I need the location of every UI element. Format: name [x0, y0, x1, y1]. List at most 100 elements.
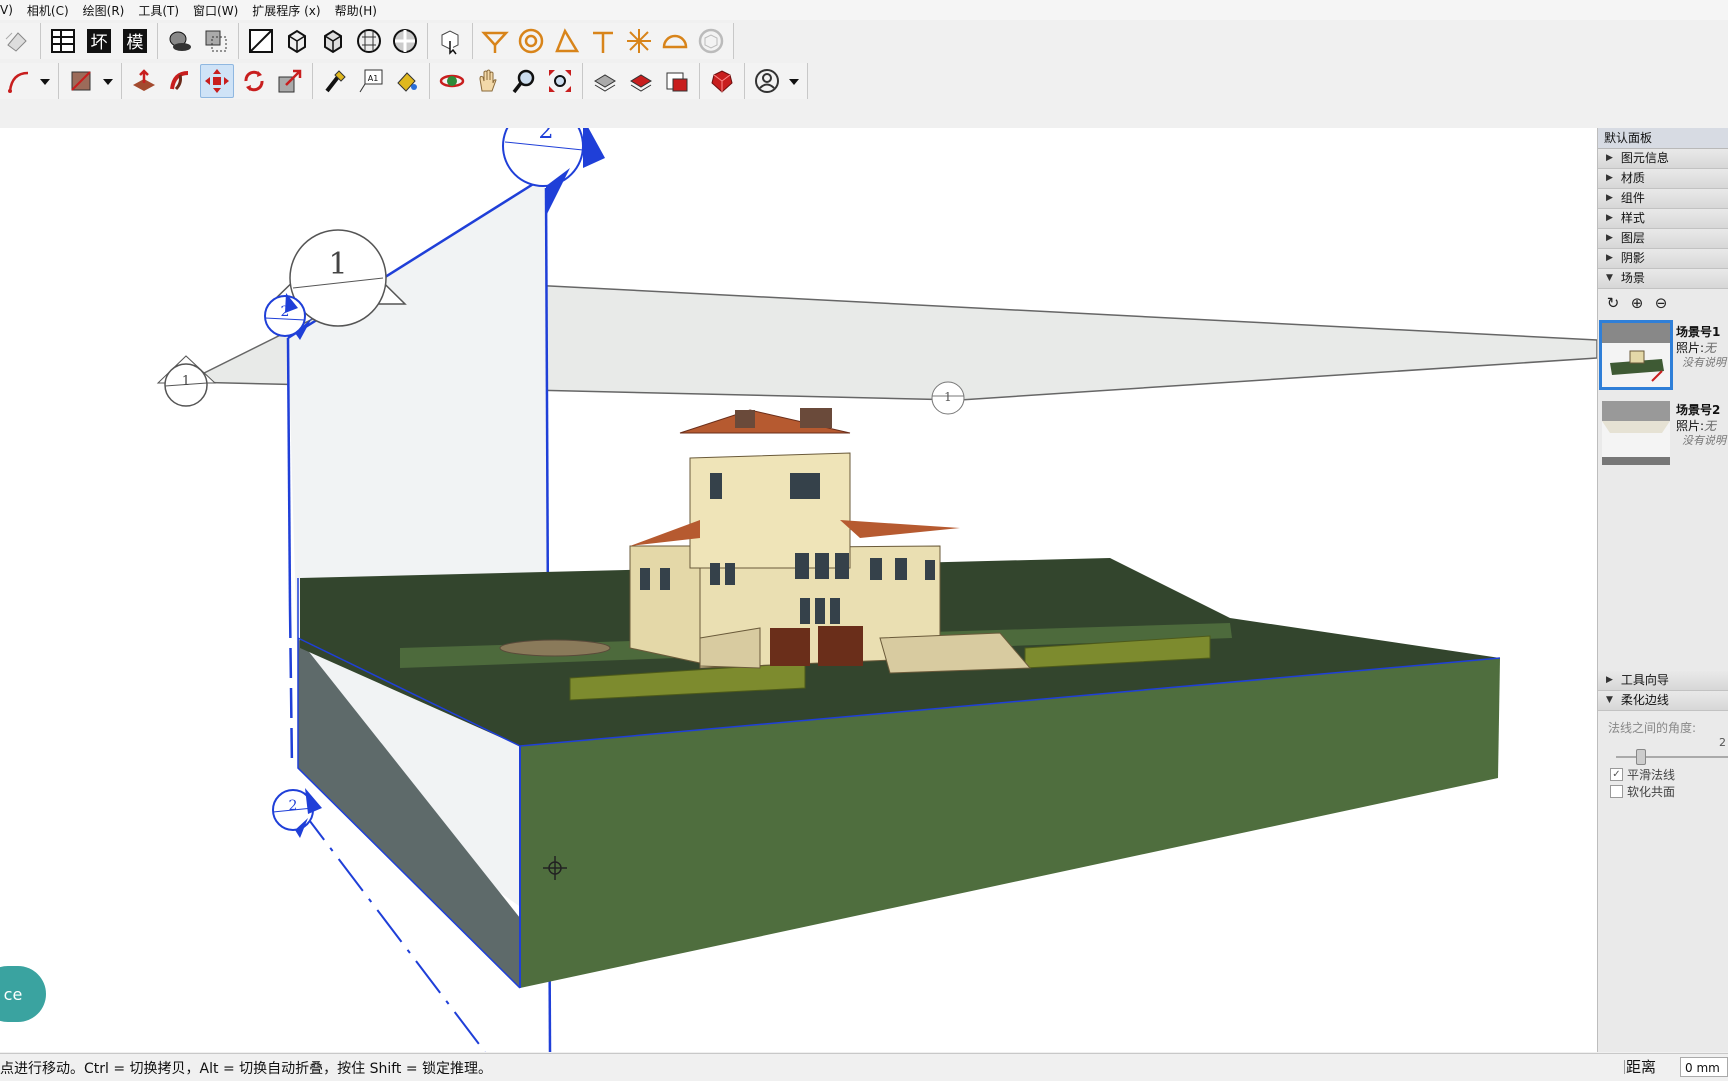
scene-name: 场景号2 — [1676, 403, 1721, 417]
caret-icon[interactable] — [787, 65, 801, 97]
angle-slider[interactable]: 2 — [1598, 736, 1728, 766]
panel-section-scenes[interactable]: ▼ 场景 — [1598, 269, 1728, 289]
zoom-extents-icon[interactable] — [544, 65, 576, 97]
section-marker-1-left[interactable]: 1 — [156, 355, 217, 407]
panel-section-label: 样式 — [1620, 211, 1645, 225]
scene-name: 场景号1 — [1676, 325, 1721, 339]
expand-arrow-icon: ▶ — [1606, 173, 1613, 183]
panel-section-layers[interactable]: ▶ 图层 — [1598, 229, 1728, 249]
toolbar-row-1: 坏 模 — [0, 22, 734, 60]
panel-section-instructor[interactable]: ▶ 工具向导 — [1598, 671, 1728, 691]
menu-bar: V) 相机(C) 绘图(R) 工具(T) 窗口(W) 扩展程序 (x) 帮助(H… — [0, 0, 1728, 20]
caret-icon[interactable] — [38, 65, 52, 97]
user-icon[interactable] — [751, 65, 783, 97]
text-icon[interactable]: A1 — [355, 65, 387, 97]
badge-huai-icon[interactable]: 坏 — [83, 25, 115, 57]
shadow-icon[interactable] — [164, 25, 196, 57]
menu-camera[interactable]: 相机(C) — [27, 2, 69, 19]
layout-icon[interactable] — [661, 65, 693, 97]
front-view-icon[interactable] — [281, 25, 313, 57]
expand-arrow-icon: ▶ — [1606, 675, 1613, 685]
measurement-input[interactable]: 0 mm — [1680, 1057, 1728, 1077]
zoom-icon[interactable] — [508, 65, 540, 97]
angle-value: 2 — [1719, 736, 1726, 749]
left-view-icon[interactable] — [389, 25, 421, 57]
scene-description: 没有说明 — [1682, 356, 1726, 369]
scene-item-1[interactable]: 场景号1 照片:无 没有说明 — [1599, 320, 1728, 393]
svg-text:2: 2 — [289, 798, 298, 814]
overlay-button-label: ce — [3, 984, 23, 1004]
toolbar-area: 坏 模 A1 — [0, 20, 1728, 129]
panel-section-label: 组件 — [1620, 191, 1645, 205]
svg-text:1: 1 — [944, 390, 952, 404]
refresh-scene-icon[interactable]: ↻ — [1604, 294, 1622, 312]
move-icon[interactable] — [200, 64, 234, 98]
section-icon[interactable] — [200, 25, 232, 57]
svg-text:模: 模 — [127, 33, 144, 53]
rectangle-icon[interactable] — [65, 65, 97, 97]
orbit-icon[interactable] — [436, 65, 468, 97]
look-around-icon[interactable] — [515, 25, 547, 57]
angle-between-normals-label: 法线之间的角度: — [1608, 721, 1697, 735]
menu-extensions[interactable]: 扩展程序 (x) — [252, 2, 320, 19]
panel-section-label: 柔化边线 — [1620, 693, 1669, 707]
checkbox-checked-icon: ✓ — [1610, 768, 1623, 781]
panel-section-soften-edges[interactable]: ▼ 柔化边线 — [1598, 691, 1728, 711]
panel-section-shadows[interactable]: ▶ 阴影 — [1598, 249, 1728, 269]
section-marker-1-right[interactable]: 1 — [931, 381, 965, 415]
menu-draw[interactable]: 绘图(R) — [83, 2, 125, 19]
zoom-window-icon[interactable] — [587, 25, 619, 57]
warehouse-icon[interactable] — [589, 65, 621, 97]
iso-view-icon[interactable] — [245, 25, 277, 57]
menu-view[interactable]: V) — [0, 3, 13, 17]
svg-text:A1: A1 — [368, 74, 379, 83]
scene-item-2[interactable]: 场景号2 照片:无 没有说明 — [1602, 399, 1728, 471]
panel-section-materials[interactable]: ▶ 材质 — [1598, 169, 1728, 189]
scene-description: 没有说明 — [1682, 434, 1726, 447]
badge-mo-icon[interactable]: 模 — [119, 25, 151, 57]
scene-toolbar: ↻ ⊕ ⊖ — [1598, 289, 1728, 317]
back-view-icon[interactable] — [353, 25, 385, 57]
expand-arrow-icon: ▶ — [1606, 153, 1613, 163]
right-view-icon[interactable] — [317, 25, 349, 57]
remove-scene-icon[interactable]: ⊖ — [1652, 294, 1670, 312]
scale-icon[interactable] — [274, 65, 306, 97]
extension-warehouse-icon[interactable] — [625, 65, 657, 97]
panel-section-label: 材质 — [1620, 171, 1645, 185]
follow-me-icon[interactable] — [164, 65, 196, 97]
panel-section-entity-info[interactable]: ▶ 图元信息 — [1598, 149, 1728, 169]
model-viewport[interactable]: 2 1 2 1 1 2 ce — [0, 128, 1598, 1052]
scene-photo-label: 照片: — [1676, 419, 1705, 433]
menu-window[interactable]: 窗口(W) — [193, 2, 238, 19]
ruby-console-icon[interactable] — [706, 65, 738, 97]
paint-icon[interactable] — [391, 65, 423, 97]
select-icon[interactable] — [434, 25, 466, 57]
panel-section-components[interactable]: ▶ 组件 — [1598, 189, 1728, 209]
add-scene-icon[interactable]: ⊕ — [1628, 294, 1646, 312]
smooth-normals-checkbox[interactable]: ✓ 平滑法线 — [1598, 766, 1728, 783]
status-bar: 点进行移动。Ctrl = 切换拷贝，Alt = 切换自动折叠，按住 Shift … — [0, 1053, 1728, 1081]
position-camera-icon[interactable] — [551, 25, 583, 57]
sun-icon[interactable] — [623, 25, 655, 57]
slider-handle[interactable] — [1636, 749, 1646, 765]
component-icon[interactable] — [695, 25, 727, 57]
pan-icon[interactable] — [472, 65, 504, 97]
tape-icon[interactable] — [319, 65, 351, 97]
status-divider — [1624, 1060, 1625, 1074]
rotate-icon[interactable] — [238, 65, 270, 97]
soften-coplanar-checkbox[interactable]: 软化共面 — [1598, 783, 1728, 800]
ruby-icon[interactable] — [659, 25, 691, 57]
push-pull-icon[interactable] — [128, 65, 160, 97]
eraser-icon[interactable] — [2, 25, 34, 57]
panel-title: 默认面板 — [1598, 128, 1728, 149]
expand-arrow-icon: ▶ — [1606, 213, 1613, 223]
menu-help[interactable]: 帮助(H) — [335, 2, 377, 19]
caret-icon[interactable] — [101, 65, 115, 97]
walk-icon[interactable] — [479, 25, 511, 57]
panel-section-styles[interactable]: ▶ 样式 — [1598, 209, 1728, 229]
arc-icon[interactable] — [2, 65, 34, 97]
menu-tools[interactable]: 工具(T) — [138, 2, 179, 19]
layer-table-icon[interactable] — [47, 25, 79, 57]
panel-section-label: 工具向导 — [1620, 673, 1669, 687]
section-marker-2-bottom[interactable]: 2 — [272, 788, 322, 838]
